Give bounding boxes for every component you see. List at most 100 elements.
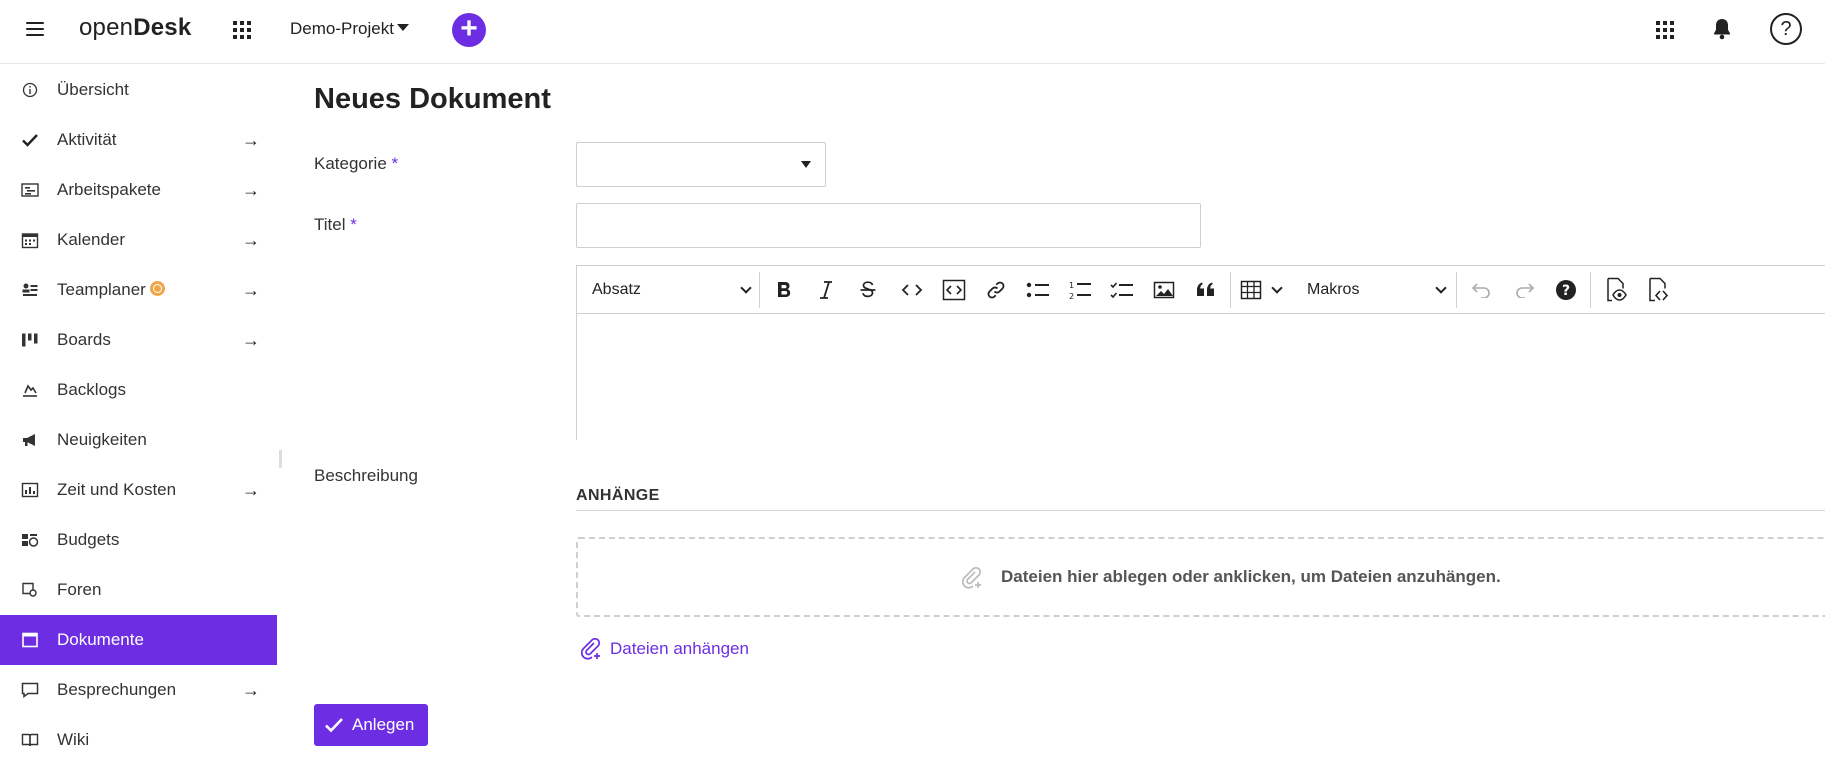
sidebar-item-uebersicht[interactable]: Übersicht: [0, 65, 277, 115]
numbered-list-button[interactable]: 12: [1063, 274, 1097, 306]
notifications-bell-icon[interactable]: [1712, 18, 1732, 40]
page-title: Neues Dokument: [314, 83, 551, 115]
enterprise-badge-icon: [149, 281, 165, 296]
code-block-button[interactable]: [937, 274, 971, 306]
sidebar-item-label: Dokumente: [57, 630, 144, 649]
apps-grid-icon[interactable]: [1656, 21, 1674, 39]
meetings-icon: [20, 680, 40, 700]
documents-icon: [20, 630, 40, 650]
project-selector[interactable]: Demo-Projekt: [290, 19, 409, 39]
megaphone-icon: [20, 430, 40, 450]
preview-button[interactable]: [1599, 274, 1633, 306]
title-label-text: Titel: [314, 215, 346, 234]
sidebar-item-budgets[interactable]: Budgets: [0, 515, 277, 565]
arrow-right-icon[interactable]: →: [242, 330, 260, 351]
category-select[interactable]: [576, 142, 826, 187]
strikethrough-button[interactable]: [853, 274, 883, 306]
sidebar-item-foren[interactable]: Foren: [0, 565, 277, 615]
task-list-button[interactable]: [1105, 274, 1139, 306]
link-button[interactable]: [979, 274, 1013, 306]
sidebar-item-besprechungen[interactable]: Besprechungen →: [0, 665, 277, 715]
paragraph-style-dropdown[interactable]: Absatz: [592, 274, 752, 306]
sidebar-item-wiki[interactable]: Wiki: [0, 715, 277, 765]
sidebar-item-label: Foren: [57, 580, 102, 599]
svg-text:2: 2: [1069, 292, 1074, 300]
sidebar-item-kalender[interactable]: Kalender →: [0, 215, 277, 265]
insert-table-button[interactable]: [1240, 274, 1290, 306]
check-icon: [20, 130, 40, 150]
create-plus-button[interactable]: +: [452, 13, 486, 47]
arrow-right-icon[interactable]: →: [242, 180, 260, 201]
paperclip-plus-icon: [580, 638, 601, 660]
source-mode-button[interactable]: [1641, 274, 1675, 306]
sidebar-item-label: Kalender: [57, 230, 126, 249]
title-input[interactable]: [576, 203, 1201, 248]
calendar-icon: [20, 230, 40, 250]
create-submit-button[interactable]: Anlegen: [314, 704, 428, 746]
sidebar-item-backlogs[interactable]: Backlogs: [0, 365, 277, 415]
macros-label: Makros: [1307, 281, 1360, 298]
italic-button[interactable]: [811, 274, 841, 306]
required-mark: *: [350, 215, 357, 234]
redo-button[interactable]: [1507, 274, 1541, 306]
sidebar-item-teamplaner[interactable]: Teamplaner →: [0, 265, 277, 315]
help-button[interactable]: ?: [1770, 13, 1802, 45]
bold-button[interactable]: [769, 274, 799, 306]
sidebar-item-label: Backlogs: [57, 380, 126, 399]
logo-text-light: open: [79, 14, 134, 41]
insert-image-button[interactable]: [1147, 274, 1181, 306]
arrow-right-icon[interactable]: →: [242, 480, 260, 501]
arrow-right-icon[interactable]: →: [242, 130, 260, 151]
team-planner-icon: [20, 280, 40, 300]
attachments-heading: ANHÄNGE: [576, 487, 660, 504]
dropzone-text: Dateien hier ablegen oder anklicken, um …: [1001, 567, 1501, 586]
attachment-dropzone[interactable]: Dateien hier ablegen oder anklicken, um …: [576, 537, 1825, 617]
sidebar-item-label: Besprechungen: [57, 680, 177, 699]
cost-report-icon: [20, 480, 40, 500]
undo-button[interactable]: [1465, 274, 1499, 306]
sidebar-item-arbeitspakete[interactable]: Arbeitspakete →: [0, 165, 277, 215]
attach-files-link[interactable]: Dateien anhängen: [580, 638, 749, 660]
arrow-right-icon[interactable]: →: [242, 680, 260, 701]
help-circle-icon[interactable]: ?: [1549, 274, 1583, 306]
sidebar-item-label: Budgets: [57, 530, 120, 549]
sidebar-item-label: Boards: [57, 330, 111, 349]
info-icon: [20, 80, 40, 100]
inline-code-button[interactable]: [895, 274, 929, 306]
macros-dropdown[interactable]: Makros: [1307, 274, 1447, 306]
logo[interactable]: openDesk: [79, 14, 191, 42]
sidebar-item-label: Wiki: [57, 730, 90, 749]
paperclip-icon: [961, 566, 983, 594]
arrow-right-icon[interactable]: →: [242, 280, 260, 301]
modules-grid-icon[interactable]: [233, 21, 251, 39]
blockquote-button[interactable]: [1189, 274, 1223, 306]
arrow-right-icon[interactable]: →: [242, 230, 260, 251]
sidebar-item-label: Übersicht: [57, 80, 129, 99]
sidebar-item-boards[interactable]: Boards →: [0, 315, 277, 365]
logo-text-bold: Desk: [133, 14, 192, 41]
wiki-book-icon: [20, 730, 40, 750]
bulleted-list-button[interactable]: [1021, 274, 1055, 306]
sidebar-item-dokumente[interactable]: Dokumente: [0, 615, 277, 665]
editor-toolbar: Absatz 12 Makros ?: [577, 266, 1825, 314]
sidebar-item-label: Arbeitspakete: [57, 180, 161, 199]
project-sidebar: Übersicht Aktivität → Arbeitspakete → Ka…: [0, 65, 277, 767]
menu-icon[interactable]: [26, 22, 44, 38]
sidebar-item-aktivitaet[interactable]: Aktivität →: [0, 115, 277, 165]
boards-icon: [20, 330, 40, 350]
budget-icon: [20, 530, 40, 550]
top-header: openDesk Demo-Projekt + ?: [0, 0, 1825, 64]
attach-files-label: Dateien anhängen: [610, 639, 749, 658]
sidebar-item-zeit-und-kosten[interactable]: Zeit und Kosten →: [0, 465, 277, 515]
sidebar-item-label: Zeit und Kosten: [57, 480, 177, 499]
sidebar-item-neuigkeiten[interactable]: Neuigkeiten: [0, 415, 277, 465]
forum-icon: [20, 580, 40, 600]
svg-text:?: ?: [1562, 283, 1570, 299]
sidebar-item-label: Neuigkeiten: [57, 430, 147, 449]
editor-content-area[interactable]: [577, 315, 1825, 440]
description-editor: Absatz 12 Makros ?: [576, 265, 1825, 440]
chevron-down-icon: [1435, 282, 1447, 294]
sidebar-item-text: Teamplaner: [57, 280, 146, 299]
sidebar-resize-handle[interactable]: [279, 450, 282, 468]
paragraph-style-label: Absatz: [592, 281, 641, 298]
